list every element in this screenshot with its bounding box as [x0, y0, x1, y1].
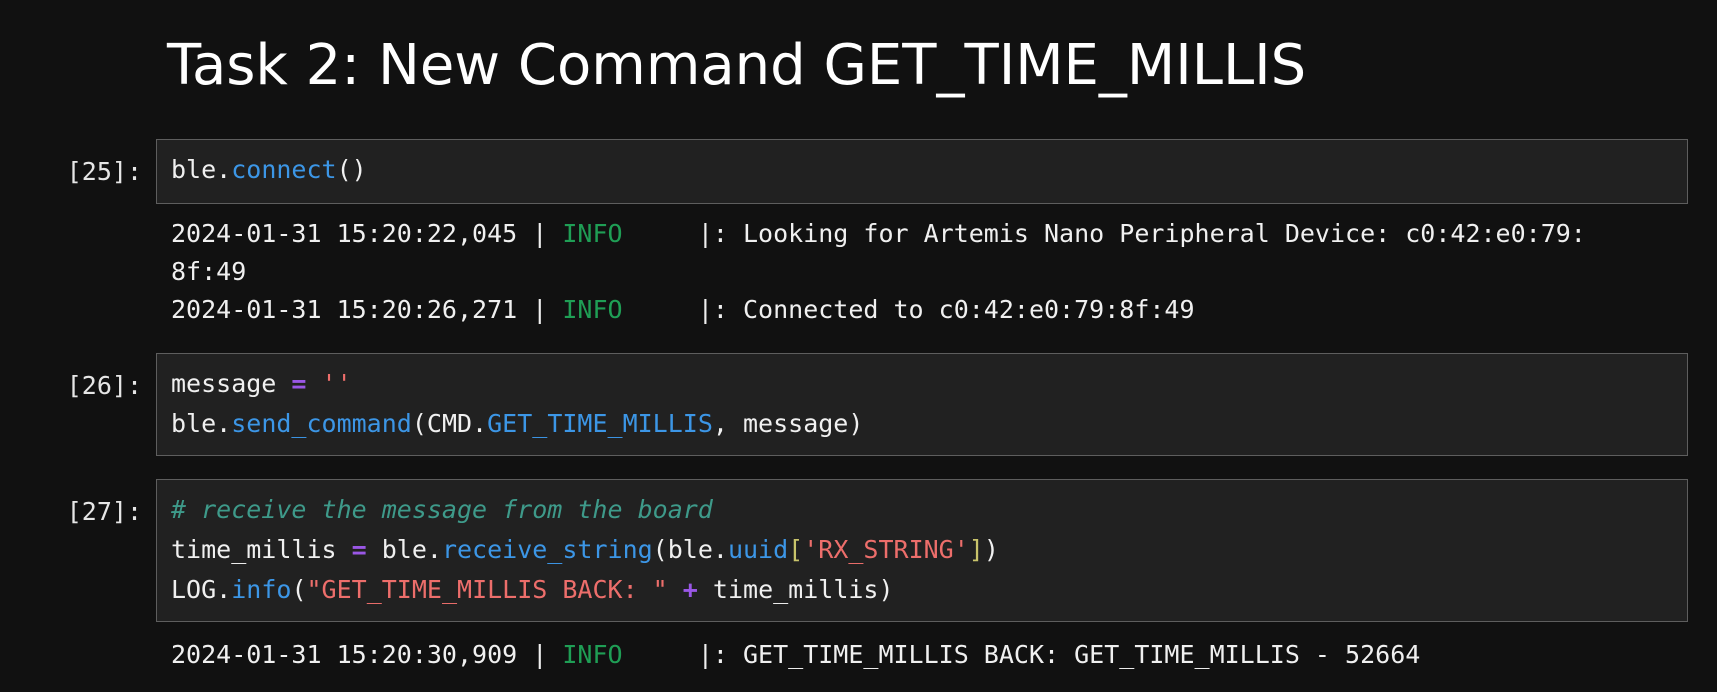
code-comment: # receive the message from the board [171, 495, 713, 524]
cell-output: 2024-01-31 15:20:22,045 | INFO |: Lookin… [171, 215, 1706, 329]
code-line: ble.send_command(CMD.GET_TIME_MILLIS, me… [171, 409, 864, 438]
log-level-badge: INFO [562, 295, 623, 324]
log-line: 2024-01-31 15:20:30,909 | INFO |: GET_TI… [171, 640, 1421, 669]
code-cell[interactable]: # receive the message from the board tim… [156, 479, 1688, 622]
log-line: 2024-01-31 15:20:22,045 | INFO |: Lookin… [171, 219, 1586, 248]
cell-prompt: [27]: [66, 497, 142, 526]
code-line: ble.connect() [171, 155, 367, 184]
code-line: message = '' [171, 369, 352, 398]
cell-prompt: [25]: [66, 157, 142, 186]
code-line: LOG.info("GET_TIME_MILLIS BACK: " + time… [171, 575, 894, 604]
log-line-continuation: 8f:49 [171, 257, 247, 286]
cell-output: 2024-01-31 15:20:30,909 | INFO |: GET_TI… [171, 636, 1706, 674]
notebook-heading: Task 2: New Command GET_TIME_MILLIS [167, 33, 1307, 98]
code-cell[interactable]: message = '' ble.send_command(CMD.GET_TI… [156, 353, 1688, 456]
code-line: time_millis = ble.receive_string(ble.uui… [171, 535, 999, 564]
log-line: 2024-01-31 15:20:26,271 | INFO |: Connec… [171, 295, 1195, 324]
log-level-badge: INFO [562, 219, 623, 248]
cell-prompt: [26]: [66, 371, 142, 400]
code-cell[interactable]: ble.connect() [156, 139, 1688, 204]
log-level-badge: INFO [562, 640, 623, 669]
